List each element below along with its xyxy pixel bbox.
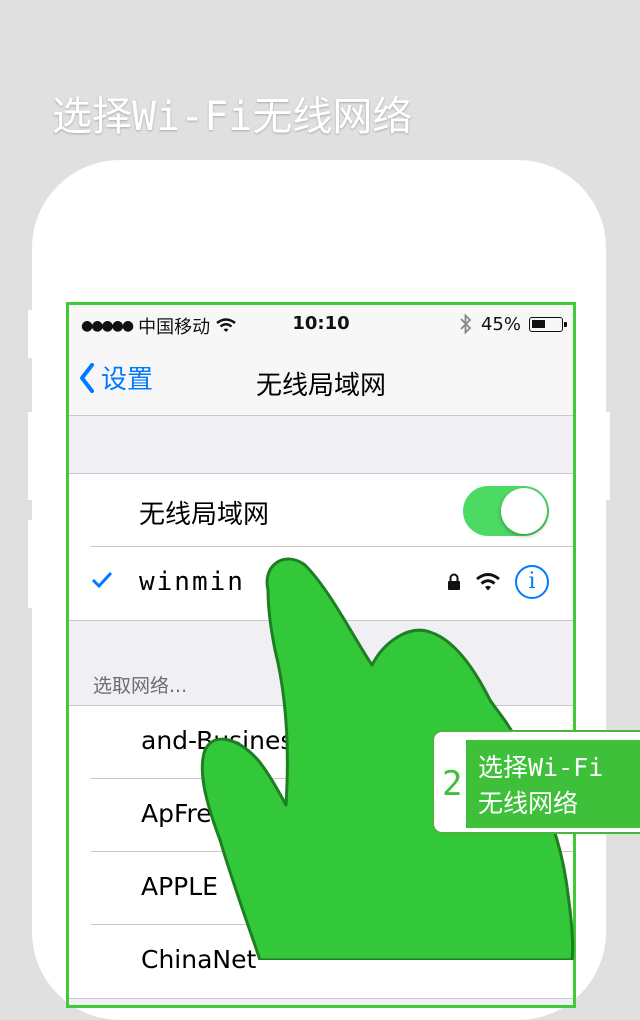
network-name: and-Business [141, 726, 307, 755]
network-info-button[interactable]: i [515, 565, 549, 599]
connected-network-row[interactable]: winmin i [69, 547, 573, 620]
step-instruction: 选择Wi-Fi 无线网络 [466, 740, 640, 828]
wifi-toggle-switch[interactable] [463, 486, 549, 536]
connected-network-name: winmin [139, 567, 245, 597]
phone-screen: ●●●●● 中国移动 10:10 45% 设置 无线局域网 无线局域网 winm… [66, 302, 576, 1008]
network-name: ApFree-5205 [141, 799, 300, 828]
toggle-knob [501, 488, 547, 534]
section-header: 选取网络... [93, 675, 188, 697]
bluetooth-icon [460, 313, 472, 335]
battery-percent: 45% [480, 313, 521, 335]
wifi-toggle-label: 无线局域网 [139, 500, 270, 530]
phone-side-button [28, 310, 34, 358]
wifi-strength-icon [476, 573, 500, 591]
phone-side-button [28, 520, 34, 608]
step-callout: 2 选择Wi-Fi 无线网络 [432, 730, 640, 834]
wifi-toggle-row: 无线局域网 [69, 474, 573, 547]
phone-side-button [28, 412, 34, 500]
network-row[interactable]: APPLE [69, 852, 573, 925]
step-instruction-line: 无线网络 [478, 789, 579, 818]
status-bar: ●●●●● 中国移动 10:10 45% [69, 305, 573, 343]
battery-level [532, 319, 545, 328]
phone-side-button [604, 412, 610, 500]
page-headline: 选择Wi-Fi无线网络 [52, 94, 413, 140]
wifi-settings-group: 无线局域网 winmin i [69, 473, 573, 621]
network-row[interactable]: ChinaNet [69, 925, 573, 998]
battery-icon [529, 316, 567, 332]
page-title: 无线局域网 [255, 371, 386, 401]
navigation-bar: 设置 无线局域网 [69, 343, 573, 416]
step-instruction-line: 选择Wi-Fi [478, 753, 604, 782]
lock-icon [448, 573, 460, 590]
step-number: 2 [442, 764, 463, 804]
checkmark-icon [91, 571, 113, 589]
network-name: APPLE [141, 872, 218, 901]
